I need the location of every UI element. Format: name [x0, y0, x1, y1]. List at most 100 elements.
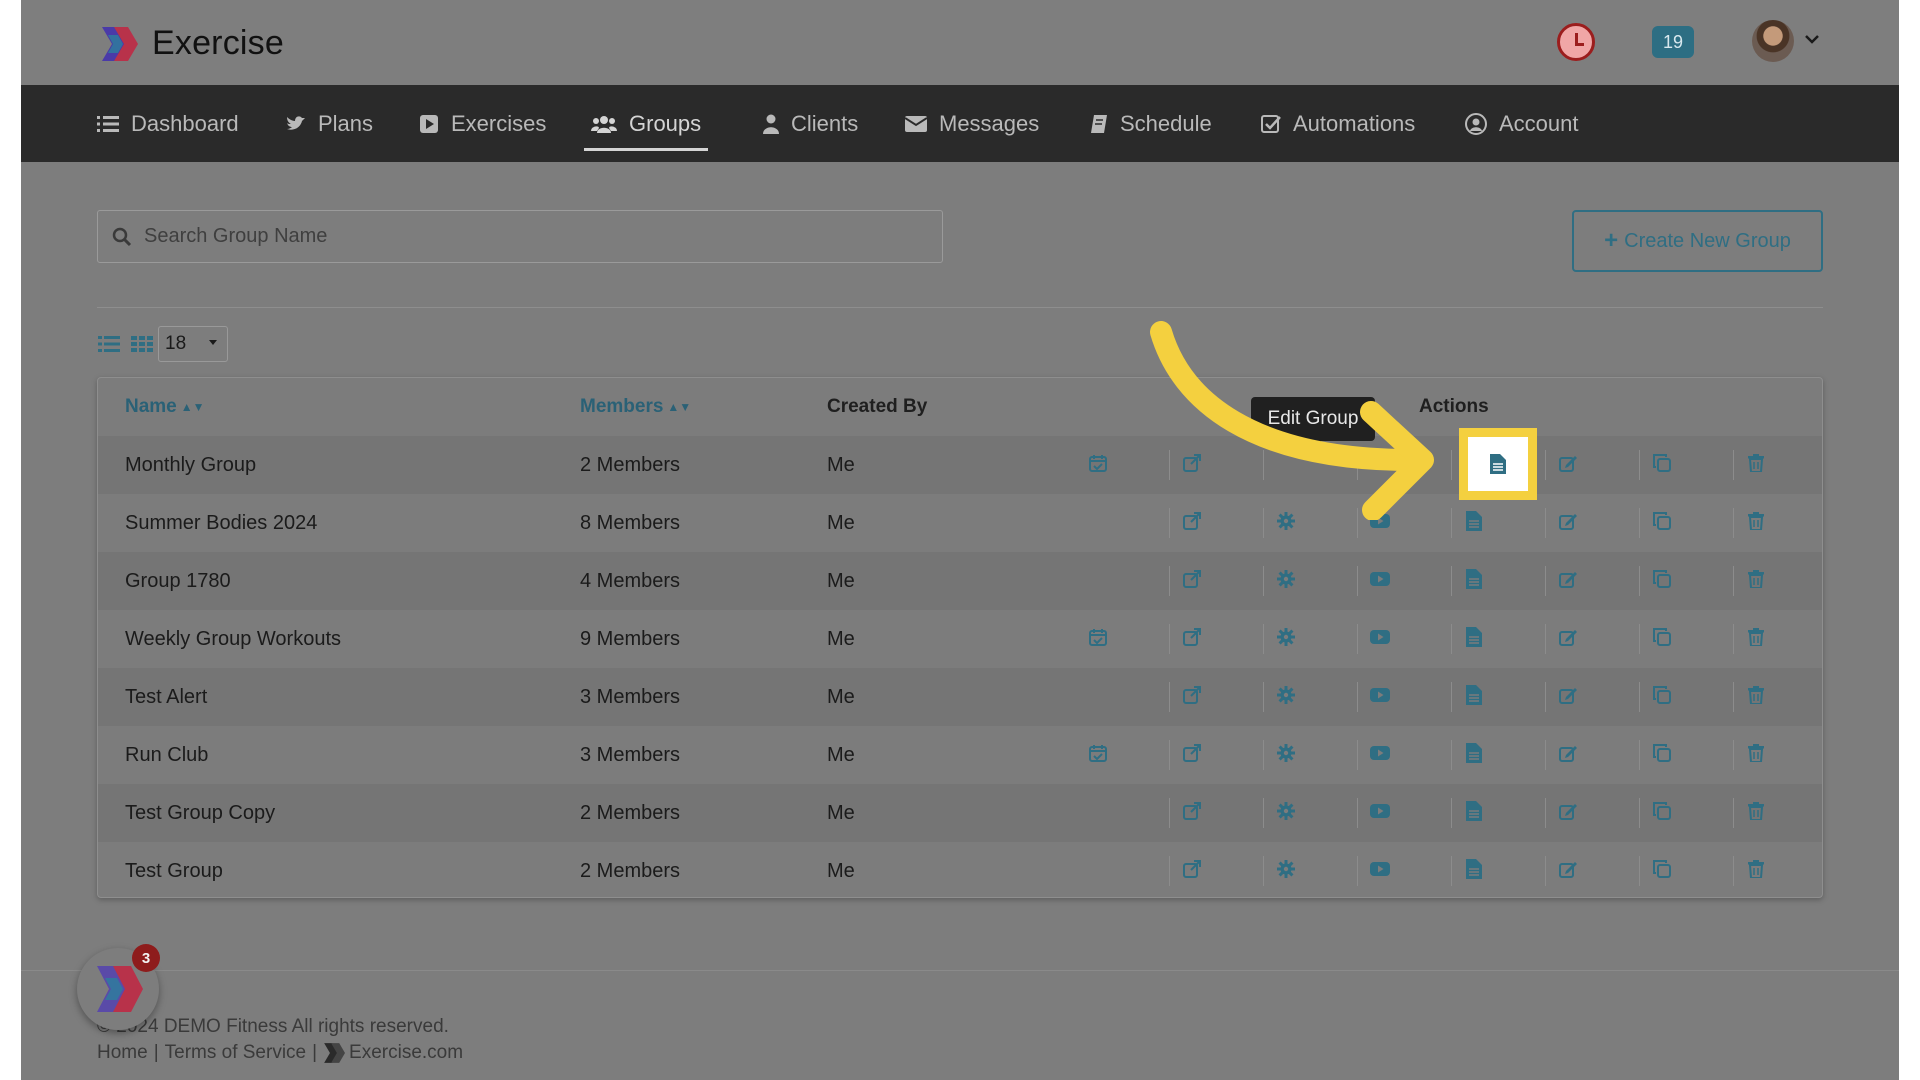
copy-button[interactable]	[1647, 508, 1677, 538]
chevron-down-icon[interactable]	[1803, 30, 1821, 48]
external-link-icon	[1183, 743, 1201, 767]
copy-button[interactable]	[1647, 740, 1677, 770]
gear-button[interactable]	[1271, 740, 1301, 770]
cell-members: 9 Members	[580, 628, 681, 650]
youtube-button[interactable]	[1365, 740, 1395, 770]
external-link-button[interactable]	[1177, 566, 1207, 596]
external-link-icon	[1183, 859, 1201, 883]
document-icon	[1466, 510, 1482, 536]
youtube-button[interactable]	[1365, 682, 1395, 712]
gear-icon	[1277, 859, 1295, 883]
edit-button[interactable]	[1553, 624, 1583, 654]
external-link-button[interactable]	[1177, 798, 1207, 828]
external-link-button[interactable]	[1177, 740, 1207, 770]
gear-button[interactable]	[1271, 682, 1301, 712]
document-button[interactable]	[1459, 624, 1489, 654]
calendar-check-button[interactable]	[1083, 450, 1113, 480]
youtube-button[interactable]	[1365, 856, 1395, 886]
youtube-button[interactable]	[1365, 798, 1395, 828]
action-separator	[1639, 856, 1640, 886]
nav-item-messages[interactable]: Messages	[905, 85, 1039, 162]
copy-button[interactable]	[1647, 566, 1677, 596]
nav-label: Messages	[939, 110, 1040, 136]
nav-item-schedule[interactable]: Schedule	[1090, 85, 1212, 162]
edit-icon	[1559, 512, 1577, 535]
trash-button[interactable]	[1741, 740, 1771, 770]
cell-name: Weekly Group Workouts	[125, 628, 342, 650]
main-nav: Dashboard Plans Exercises Groups Clients…	[21, 85, 1899, 162]
trash-button[interactable]	[1741, 450, 1771, 480]
brand-logo[interactable]: Exercise	[100, 24, 284, 63]
copy-button[interactable]	[1647, 450, 1677, 480]
clock-icon[interactable]	[1557, 23, 1595, 61]
trash-button[interactable]	[1741, 856, 1771, 886]
footer-link-home[interactable]: Home	[97, 1042, 148, 1064]
edit-button[interactable]	[1553, 682, 1583, 712]
gear-button[interactable]	[1271, 856, 1301, 886]
gear-button[interactable]	[1271, 624, 1301, 654]
copy-button[interactable]	[1647, 856, 1677, 886]
edit-button[interactable]	[1553, 450, 1583, 480]
cell-name: Summer Bodies 2024	[125, 512, 318, 534]
cell-members: 8 Members	[580, 512, 681, 534]
nav-item-exercises[interactable]: Exercises	[419, 85, 546, 162]
trash-icon	[1748, 627, 1764, 651]
document-button[interactable]	[1459, 566, 1489, 596]
calendar-check-button[interactable]	[1083, 740, 1113, 770]
nav-label: Groups	[629, 110, 702, 136]
column-header-name[interactable]: Name ▲▼	[125, 396, 205, 418]
external-link-button[interactable]	[1177, 624, 1207, 654]
edit-icon	[1559, 628, 1577, 651]
nav-item-clients[interactable]: Clients	[763, 85, 858, 162]
action-separator	[1733, 856, 1734, 886]
edit-button[interactable]	[1553, 740, 1583, 770]
footer-link-terms[interactable]: Terms of Service	[165, 1042, 306, 1064]
cell-name: Test Group Copy	[125, 802, 276, 824]
search-input[interactable]: Search Group Name	[97, 210, 943, 263]
nav-item-dashboard[interactable]: Dashboard	[97, 85, 239, 162]
nav-item-automations[interactable]: Automations	[1261, 85, 1415, 162]
document-button[interactable]	[1459, 856, 1489, 886]
document-button[interactable]	[1459, 798, 1489, 828]
edit-button[interactable]	[1553, 508, 1583, 538]
list-view-icon[interactable]	[98, 334, 120, 354]
external-link-button[interactable]	[1177, 856, 1207, 886]
gear-button[interactable]	[1271, 566, 1301, 596]
action-separator	[1733, 682, 1734, 712]
footer-link-site[interactable]: Exercise.com	[349, 1042, 463, 1064]
trash-button[interactable]	[1741, 508, 1771, 538]
copy-button[interactable]	[1647, 682, 1677, 712]
trash-button[interactable]	[1741, 566, 1771, 596]
action-separator	[1263, 740, 1264, 770]
trash-button[interactable]	[1741, 798, 1771, 828]
app-frame: Exercise 19 Dashboard Plans Exercises Gr…	[21, 0, 1899, 1080]
create-new-group-button[interactable]: + Create New Group	[1572, 210, 1823, 272]
youtube-button[interactable]	[1365, 624, 1395, 654]
right-margin	[1899, 0, 1920, 1080]
grid-view-icon[interactable]	[131, 334, 153, 354]
document-button[interactable]	[1459, 508, 1489, 538]
calendar-check-button[interactable]	[1083, 624, 1113, 654]
youtube-button[interactable]	[1365, 566, 1395, 596]
copy-button[interactable]	[1647, 798, 1677, 828]
per-page-select[interactable]: 18	[158, 326, 228, 362]
notification-badge[interactable]: 19	[1652, 26, 1694, 58]
nav-item-account[interactable]: Account	[1465, 85, 1579, 162]
copy-button[interactable]	[1647, 624, 1677, 654]
document-icon	[1466, 626, 1482, 652]
trash-button[interactable]	[1741, 682, 1771, 712]
calendar-check-icon	[1089, 628, 1107, 651]
document-button[interactable]	[1459, 682, 1489, 712]
edit-button[interactable]	[1553, 566, 1583, 596]
gear-button[interactable]	[1271, 798, 1301, 828]
edit-button[interactable]	[1553, 856, 1583, 886]
nav-item-plans[interactable]: Plans	[286, 85, 373, 162]
column-header-members[interactable]: Members ▲▼	[580, 396, 691, 418]
edit-group-button[interactable]	[1468, 437, 1528, 491]
external-link-button[interactable]	[1177, 682, 1207, 712]
trash-button[interactable]	[1741, 624, 1771, 654]
edit-button[interactable]	[1553, 798, 1583, 828]
action-separator	[1545, 856, 1546, 886]
avatar[interactable]	[1752, 20, 1794, 62]
document-button[interactable]	[1459, 740, 1489, 770]
